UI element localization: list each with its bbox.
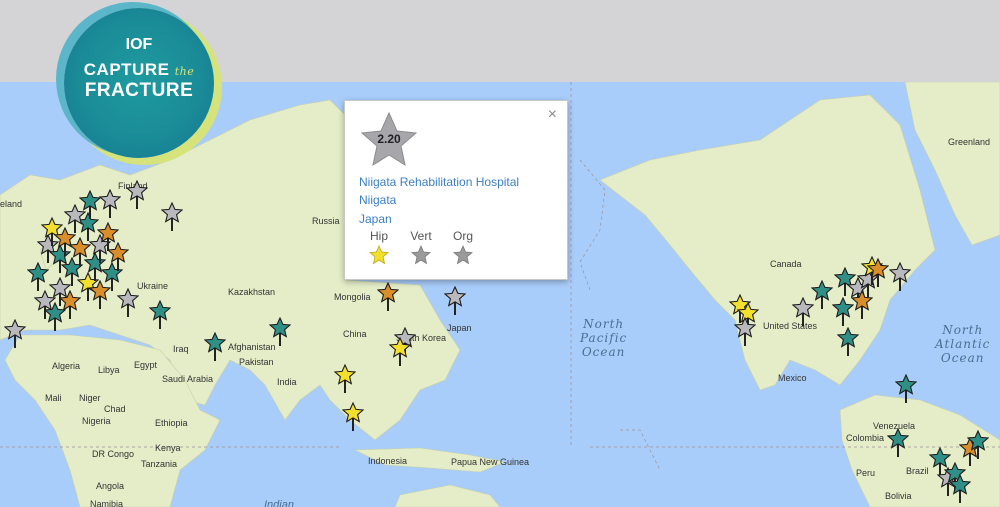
hospital-marker-gray-icon[interactable] [4,319,26,349]
north-america-land [599,94,936,391]
label-kenya: Kenya [155,443,181,453]
hospital-marker-teal-icon[interactable] [79,190,101,220]
hip-star-icon [359,244,399,270]
hospital-marker-teal-icon[interactable] [204,332,226,362]
label-indian: Indian [264,499,294,507]
label-india: India [277,377,297,387]
label-japan: Japan [447,323,472,333]
country-text: Japan [359,212,392,226]
vert-star-icon [401,244,441,270]
label-papua-new-guinea: Papua New Guinea [451,457,530,467]
capture-the-fracture-logo: IOF CAPTURE the FRACTURE [64,8,214,158]
hospital-marker-gray-icon[interactable] [444,286,466,316]
label-pakistan: Pakistan [239,357,274,367]
australia-land [394,484,501,507]
hospital-marker-teal-icon[interactable] [887,428,909,458]
label-tanzania: Tanzania [141,459,178,469]
label-north-pacific-ocean: North Pacific Ocean [580,317,628,359]
label-angola: Angola [96,481,125,491]
category-vert-label: Vert [410,229,432,243]
label-north-atlantic-ocean: North Atlantic Ocean [935,323,991,365]
hospital-marker-gray-icon[interactable] [117,288,139,318]
logo-fracture: FRACTURE [84,80,194,101]
label-libya: Libya [98,365,120,375]
close-icon[interactable]: × [548,106,557,124]
hospital-marker-teal-icon[interactable] [27,262,49,292]
hospital-marker-teal-icon[interactable] [837,327,859,357]
label-saudi-arabia: Saudi Arabia [162,374,214,384]
hospital-marker-teal-icon[interactable] [967,430,989,460]
label-ukraine: Ukraine [137,281,169,291]
label-bolivia: Bolivia [885,491,912,501]
hospital-marker-teal-icon[interactable] [949,474,971,504]
label-niger: Niger [79,393,101,403]
hospital-marker-teal-icon[interactable] [149,300,171,330]
hospital-marker-orange-icon[interactable] [107,242,129,272]
hospital-marker-gray-icon[interactable] [889,262,911,292]
label-peru: Peru [856,468,876,478]
label-dr-congo: DR Congo [92,449,135,459]
logo-the: the [174,65,195,78]
hospital-marker-teal-icon[interactable] [44,302,66,332]
hospital-marker-teal-icon[interactable] [811,280,833,310]
hospital-link[interactable]: Niigata Rehabilitation Hospital [359,175,519,189]
label-algeria: Algeria [52,361,81,371]
label-namibia: Namibia [90,499,124,507]
hospital-marker-gray-icon[interactable] [734,317,756,347]
label-mexico: Mexico [778,373,807,383]
score-value: 2.20 [377,132,401,146]
logo-iof: IOF [125,36,153,53]
category-org-label: Org [452,229,473,243]
label-russia: Russia [312,216,340,226]
label-nigeria: Nigeria [82,416,111,426]
label-chad: Chad [104,404,126,414]
score-star-icon: 2.20 [359,110,419,170]
label-mali: Mali [45,393,62,403]
category-hip-label: Hip [369,229,388,243]
label-kazakhstan: Kazakhstan [228,287,276,297]
hospital-marker-teal-icon[interactable] [269,317,291,347]
hospital-marker-orange-icon[interactable] [377,282,399,312]
city-text: Niigata [359,193,397,207]
label-iraq: Iraq [173,344,189,354]
label-mongolia: Mongolia [334,292,371,302]
logo-line-capture: CAPTURE the [64,60,214,80]
label-canada: Canada [770,259,802,269]
hospital-marker-yellow-icon[interactable] [342,402,364,432]
label-ethiopia: Ethiopia [155,418,188,428]
label-iceland: eland [0,199,23,209]
hospital-marker-gray-icon[interactable] [99,189,121,219]
label-indonesia: Indonesia [368,456,408,466]
label-greenland: Greenland [948,137,991,147]
hospital-marker-gray-icon[interactable] [161,202,183,232]
info-window: × 2.20 Niigata Rehabilitation Hospital N… [344,100,568,280]
hospital-marker-orange-icon[interactable] [867,258,889,288]
label-egypt: Egypt [134,360,158,370]
logo-capture: CAPTURE [83,60,170,79]
label-brazil: Brazil [906,466,929,476]
hospital-marker-yellow-icon[interactable] [389,337,411,367]
label-china: China [343,329,367,339]
hospital-marker-teal-icon[interactable] [895,374,917,404]
hospital-marker-yellow-icon[interactable] [334,364,356,394]
label-colombia: Colombia [846,433,885,443]
hospital-marker-gray-icon[interactable] [126,180,148,210]
org-star-icon [443,244,483,270]
